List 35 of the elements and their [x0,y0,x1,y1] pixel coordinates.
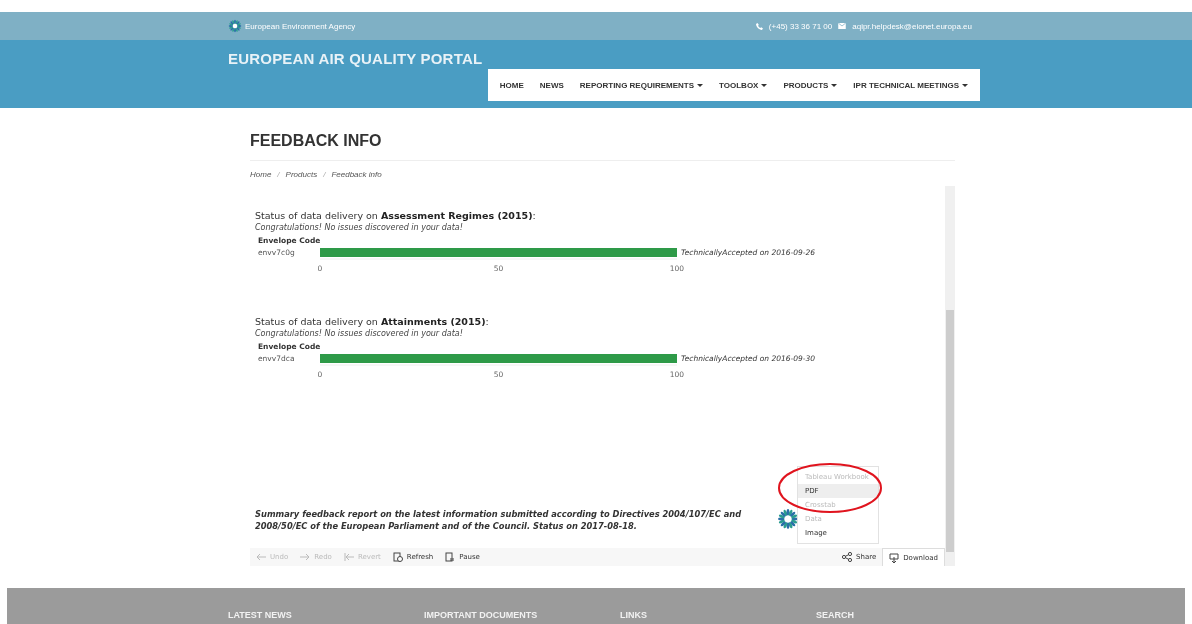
footer-heading: SEARCH [816,610,855,620]
summary-note: Summary feedback report on the latest information submitted according to Directives 2004/107/EC and 2008/50/EC of the European Parliament and of the Council. Status on 2017-08-18. [255,508,743,532]
breadcrumb-separator: / [277,170,280,179]
portal-title: EUROPEAN AIR QUALITY PORTAL [228,50,484,67]
status-message: Congratulations! No issues discovered in your data! [255,329,464,338]
pause-icon [445,552,456,562]
undo-icon [256,552,266,562]
phone-icon [755,22,763,30]
phone-number: (+45) 33 36 71 00 [768,21,833,31]
scrollbar[interactable] [945,186,955,566]
section-title: Status of data delivery on Assessment Regimes (2015): [255,210,537,221]
envelope-icon [838,23,847,29]
nav-link[interactable]: TOOLBOX [711,80,776,90]
breadcrumb-separator: / [323,170,326,179]
refresh-icon [392,552,403,562]
redo-icon [300,552,311,562]
page-heading: FEEDBACK INFO [250,132,955,161]
nav-link[interactable]: NEWS [531,80,572,90]
nav-link[interactable]: HOME [491,80,532,90]
sunburst-logo-icon [228,19,242,33]
nav-link[interactable]: IPR TECHNICAL MEETINGS [845,80,976,90]
breadcrumb-link[interactable]: Home [250,170,272,179]
nav-link[interactable]: REPORTING REQUIREMENTS [571,80,712,90]
footer-heading: LATEST NEWS [228,610,293,620]
footer-heading: IMPORTANT DOCUMENTS [424,610,539,620]
scrollbar-thumb[interactable] [946,310,954,552]
revert-icon [343,552,354,562]
status-message: Congratulations! No issues discovered in your data! [255,223,464,232]
breadcrumb-current: Feedback info [331,170,382,179]
footer-heading: LINKS [620,610,648,620]
nav-link[interactable]: PRODUCTS [775,80,846,90]
section-title: Status of data delivery on Attainments (2015): [255,316,490,327]
download-icon [889,552,900,563]
breadcrumb-link[interactable]: Products [285,170,318,179]
share-icon [842,552,852,562]
